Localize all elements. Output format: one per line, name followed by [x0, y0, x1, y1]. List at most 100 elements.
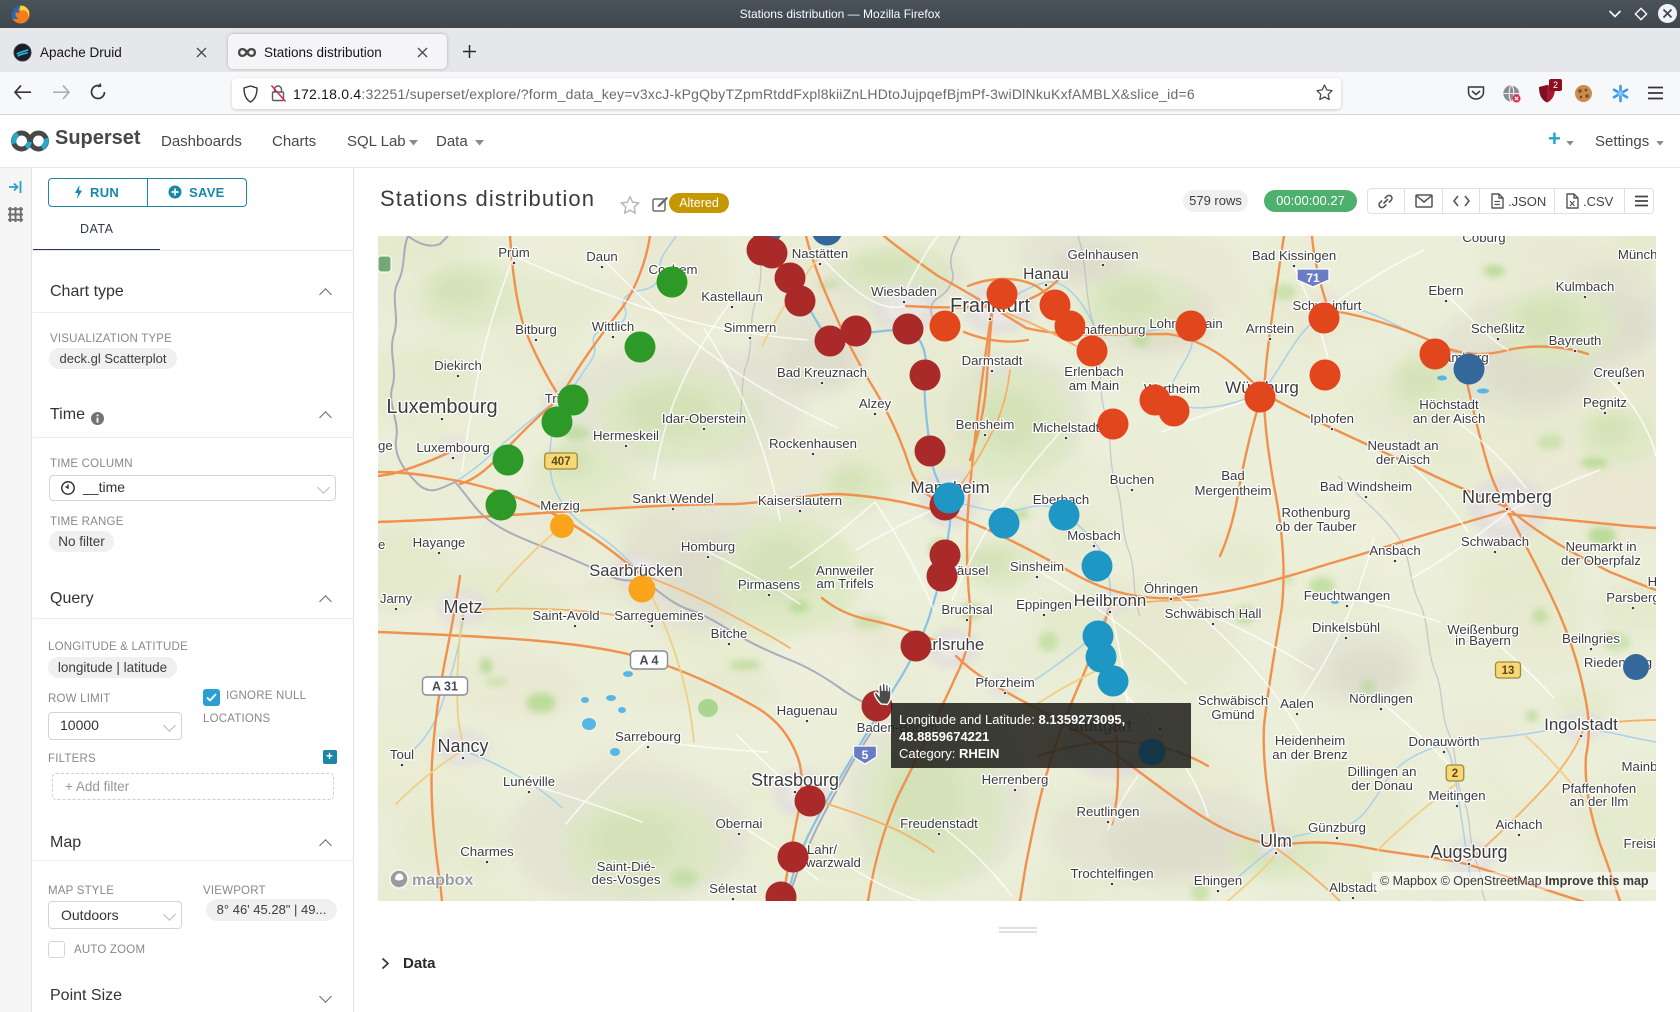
svg-text:Mergentheim: Mergentheim — [1195, 483, 1272, 498]
svg-text:2: 2 — [1452, 768, 1458, 780]
svg-text:Bad Kreuznach: Bad Kreuznach — [777, 365, 867, 380]
svg-text:A 4: A 4 — [640, 654, 659, 668]
svg-text:Alzey: Alzey — [859, 396, 892, 411]
svg-text:der Oberpfalz: der Oberpfalz — [1561, 553, 1641, 568]
svg-text:Nördlingen: Nördlingen — [1349, 691, 1413, 706]
svg-text:Haguenau: Haguenau — [777, 703, 838, 718]
svg-text:Strasbourg: Strasbourg — [751, 770, 839, 790]
svg-text:Albstadt: Albstadt — [1329, 880, 1377, 895]
svg-text:Ebern: Ebern — [1428, 283, 1463, 298]
svg-text:an der Aisch: an der Aisch — [1413, 411, 1486, 426]
svg-text:Hayange: Hayange — [413, 535, 466, 550]
svg-text:Ansbach: Ansbach — [1369, 543, 1420, 558]
svg-text:Dillingen an: Dillingen an — [1348, 764, 1417, 779]
svg-text:Bayreuth: Bayreuth — [1549, 333, 1602, 348]
svg-text:Luxembourg: Luxembourg — [386, 396, 497, 418]
svg-text:Reutlingen: Reutlingen — [1076, 804, 1139, 819]
svg-text:Kaiserslautern: Kaiserslautern — [758, 493, 842, 508]
svg-text:Schwäbisch Hall: Schwäbisch Hall — [1165, 606, 1262, 621]
svg-text:Bad Kissingen: Bad Kissingen — [1252, 248, 1336, 263]
svg-text:Category: RHEIN: Category: RHEIN — [899, 746, 999, 761]
svg-text:Höchstadt: Höchstadt — [1419, 397, 1479, 412]
svg-text:an der Ilm: an der Ilm — [1570, 794, 1629, 809]
svg-text:Neustadt an: Neustadt an — [1367, 438, 1438, 453]
svg-text:Ulm: Ulm — [1260, 831, 1292, 851]
svg-text:Aichach: Aichach — [1496, 817, 1543, 832]
svg-text:© Mapbox © OpenStreetMap Impro: © Mapbox © OpenStreetMap Improve this ma… — [1380, 874, 1649, 888]
svg-text:Kastellaun: Kastellaun — [701, 289, 763, 304]
svg-text:Gelnhausen: Gelnhausen — [1067, 247, 1138, 262]
svg-text:Lunéville: Lunéville — [503, 774, 555, 789]
svg-text:407: 407 — [551, 456, 570, 468]
svg-text:Merzig: Merzig — [540, 498, 580, 513]
svg-text:Buchen: Buchen — [1110, 472, 1155, 487]
svg-text:Gmünd: Gmünd — [1211, 707, 1254, 722]
svg-text:am Trifels: am Trifels — [816, 576, 874, 591]
svg-text:Charmes: Charmes — [460, 844, 514, 859]
svg-text:Wiesbaden: Wiesbaden — [871, 284, 937, 299]
svg-text:an der Brenz: an der Brenz — [1272, 747, 1348, 762]
svg-text:Ehingen: Ehingen — [1194, 873, 1242, 888]
svg-text:Dinkelsbühl: Dinkelsbühl — [1312, 620, 1380, 635]
svg-text:Nancy: Nancy — [437, 736, 488, 756]
svg-text:des-Vosges: des-Vosges — [592, 872, 661, 887]
svg-text:Daun: Daun — [586, 249, 618, 264]
svg-text:Jarny: Jarny — [380, 591, 413, 606]
svg-text:Feuchtwangen: Feuchtwangen — [1304, 588, 1391, 603]
svg-text:Schwäbisch: Schwäbisch — [1198, 693, 1268, 708]
svg-text:Idar-Oberstein: Idar-Oberstein — [662, 411, 746, 426]
svg-text:Metz: Metz — [443, 597, 482, 617]
svg-text:ne: ne — [378, 537, 385, 552]
svg-text:der Aisch: der Aisch — [1376, 452, 1430, 467]
svg-text:Prüm: Prüm — [498, 245, 530, 260]
svg-text:Bitche: Bitche — [711, 626, 748, 641]
svg-text:Bensheim: Bensheim — [956, 417, 1015, 432]
svg-text:Meitingen: Meitingen — [1428, 788, 1485, 803]
svg-text:Eppingen: Eppingen — [1016, 597, 1072, 612]
svg-text:Bad: Bad — [1221, 468, 1244, 483]
svg-text:Heilbronn: Heilbronn — [1074, 591, 1147, 610]
svg-text:ange: ange — [378, 438, 393, 453]
svg-text:Augsburg: Augsburg — [1430, 842, 1507, 862]
svg-text:Trochtelfingen: Trochtelfingen — [1070, 866, 1153, 881]
svg-text:Neumarkt in: Neumarkt in — [1565, 539, 1636, 554]
svg-text:Sélestat: Sélestat — [709, 881, 757, 896]
svg-text:Beilngries: Beilngries — [1562, 631, 1620, 646]
svg-text:Pirmasens: Pirmasens — [738, 577, 801, 592]
svg-text:Hermeskeil: Hermeskeil — [593, 428, 659, 443]
svg-text:Bruchsal: Bruchsal — [941, 602, 992, 617]
svg-text:Michelstadt: Michelstadt — [1033, 420, 1100, 435]
svg-text:Günzburg: Günzburg — [1308, 820, 1366, 835]
svg-text:5: 5 — [862, 748, 869, 762]
svg-text:71: 71 — [1306, 271, 1320, 285]
svg-text:Sarrebourg: Sarrebourg — [615, 729, 681, 744]
svg-text:Freising: Freising — [1624, 836, 1656, 851]
svg-text:Sankt Wendel: Sankt Wendel — [632, 491, 714, 506]
svg-text:13: 13 — [1502, 665, 1515, 677]
svg-text:Öhringen: Öhringen — [1144, 581, 1198, 596]
svg-text:Creußen: Creußen — [1593, 365, 1644, 380]
svg-text:Arnstein: Arnstein — [1246, 321, 1294, 336]
svg-text:Longitude and Latitude: 8.1359: Longitude and Latitude: 8.1359273095, — [899, 712, 1125, 727]
svg-text:Rockenhausen: Rockenhausen — [769, 436, 857, 451]
svg-text:Bitburg: Bitburg — [515, 322, 557, 337]
svg-text:der Donau: der Donau — [1351, 778, 1413, 793]
svg-text:München: München — [1618, 247, 1656, 262]
svg-text:Iphofen: Iphofen — [1310, 411, 1354, 426]
svg-text:ob der Tauber: ob der Tauber — [1275, 519, 1357, 534]
svg-text:Diekirch: Diekirch — [434, 358, 482, 373]
svg-text:Rothenburg: Rothenburg — [1282, 505, 1351, 520]
svg-text:He: He — [1648, 574, 1656, 589]
svg-text:Coburg: Coburg — [1462, 236, 1505, 245]
svg-text:Nuremberg: Nuremberg — [1462, 487, 1552, 507]
svg-text:Donauwörth: Donauwörth — [1408, 734, 1479, 749]
svg-text:Nastätten: Nastätten — [792, 246, 848, 261]
svg-text:Mainburg: Mainburg — [1622, 759, 1656, 774]
svg-text:Kulmbach: Kulmbach — [1556, 279, 1615, 294]
svg-text:Ingolstadt: Ingolstadt — [1544, 715, 1618, 734]
svg-text:Freudenstadt: Freudenstadt — [900, 816, 978, 831]
svg-text:48.8859674221: 48.8859674221 — [899, 729, 989, 744]
svg-text:Scheßlitz: Scheßlitz — [1471, 321, 1525, 336]
svg-text:am Main: am Main — [1069, 378, 1120, 393]
svg-text:Obernai: Obernai — [716, 816, 763, 831]
